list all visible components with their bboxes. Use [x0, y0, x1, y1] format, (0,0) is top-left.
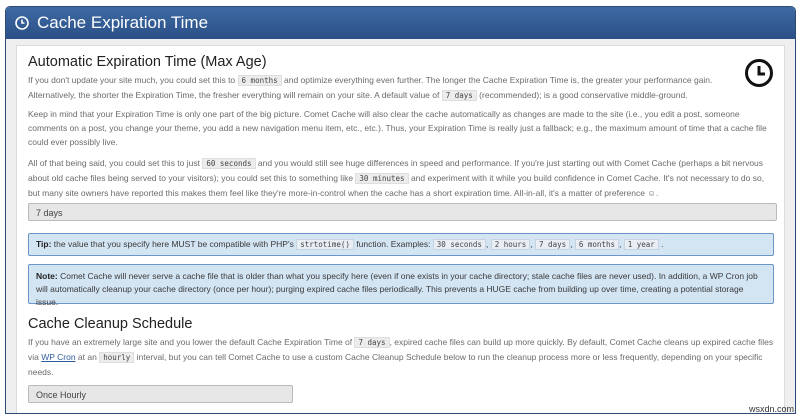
code-6-months: 6 months [237, 75, 282, 86]
paragraph-intro: If you don't update your site much, you … [28, 75, 713, 101]
code-7-days: 7 days [441, 90, 477, 101]
expiration-time-input[interactable]: 7 days [28, 203, 777, 221]
code-30-minutes: 30 minutes [355, 173, 409, 184]
cleanup-schedule-select[interactable]: Once Hourly [28, 385, 293, 403]
watermark: wsxdn.com [748, 404, 794, 414]
code-7-days-2: 7 days [354, 337, 390, 348]
section-heading-max-age: Automatic Expiration Time (Max Age) [28, 54, 267, 70]
panel-header[interactable]: Cache Expiration Time [6, 7, 795, 39]
panel-title: Cache Expiration Time [37, 13, 209, 32]
note-box: Note: Comet Cache will never serve a cac… [28, 264, 774, 307]
paragraph-cleanup: If you have an extremely large site and … [28, 337, 774, 377]
wp-cron-link[interactable]: WP Cron [41, 352, 75, 362]
paragraph-preference: All of that being said, you could set th… [28, 158, 765, 198]
code-60-seconds: 60 seconds [202, 158, 256, 169]
cache-expiration-panel: Cache Expiration Time Automatic Expirati… [5, 6, 796, 414]
code-hourly: hourly [99, 352, 135, 363]
alarm-clock-icon [745, 59, 773, 87]
tip-box: Tip: the value that you specify here MUS… [28, 233, 774, 256]
section-heading-cleanup: Cache Cleanup Schedule [28, 316, 193, 332]
clock-icon [15, 16, 29, 30]
paragraph-big-picture: Keep in mind that your Expiration Time i… [28, 109, 767, 147]
panel-body: Automatic Expiration Time (Max Age) If y… [16, 45, 785, 413]
